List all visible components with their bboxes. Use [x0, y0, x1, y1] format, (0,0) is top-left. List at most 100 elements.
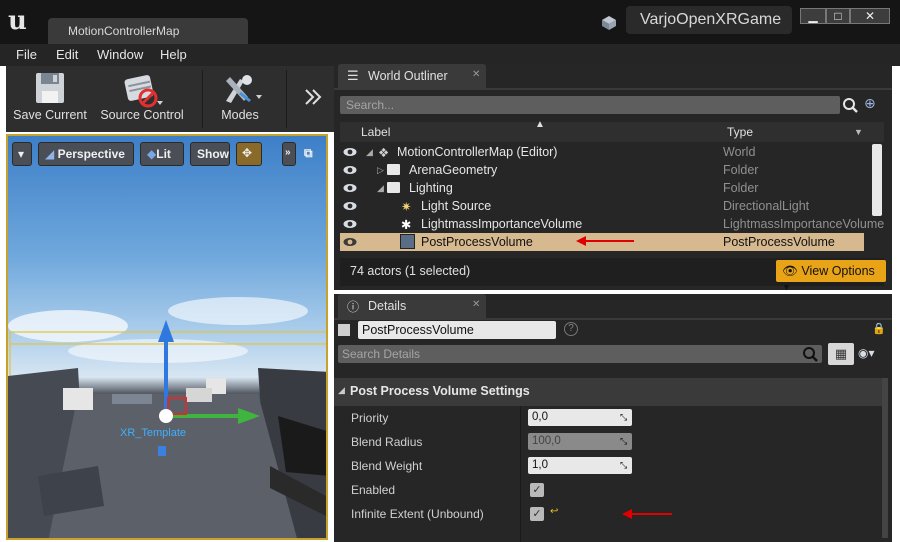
annotation-arrow	[576, 236, 634, 246]
help-icon[interactable]: ?	[564, 322, 578, 336]
visibility-eye-icon[interactable]	[343, 146, 357, 160]
outliner-row-type: LightmassImportanceVolume	[723, 217, 885, 231]
col-type-dropdown-icon[interactable]: ▼	[854, 127, 863, 137]
menu-window[interactable]: Window	[97, 47, 143, 62]
resize-handle-icon[interactable]: ⤡	[620, 460, 627, 471]
property-row-blend-radius: Blend Radius 100,0 ⤡	[334, 430, 882, 454]
search-icon[interactable]	[842, 97, 858, 113]
player-start-marker	[158, 446, 166, 456]
save-current-label: Save Current	[13, 108, 87, 122]
folder-icon	[387, 164, 400, 175]
block	[112, 394, 152, 404]
object-type-icon	[338, 324, 350, 336]
tab-underline	[334, 318, 892, 320]
annotation-arrow	[622, 509, 672, 519]
details-search-input[interactable]: Search Details	[338, 345, 822, 363]
menu-file[interactable]: File	[16, 47, 37, 62]
resize-handle-icon[interactable]: ⤡	[620, 412, 627, 423]
directional-light-icon: ✷	[401, 200, 412, 214]
outliner-row[interactable]: ▷ ArenaGeometry Folder	[340, 161, 864, 179]
outliner-row-label: LightmassImportanceVolume	[421, 217, 583, 231]
minimize-button[interactable]: ▁	[800, 8, 826, 24]
level-viewport[interactable]: ▾ ◢ Perspective ◆Lit Show ✥ » ⧉ XR_Templ…	[6, 134, 328, 540]
chevron-down-icon: ▼	[782, 282, 791, 292]
close-tab-icon[interactable]: ✕	[472, 69, 480, 80]
post-process-volume-icon	[400, 234, 415, 249]
lock-icon[interactable]: 🔒	[872, 322, 886, 335]
details-divider	[520, 406, 521, 542]
visibility-filter-icon[interactable]: ◉▾	[858, 346, 875, 360]
sort-ascending-icon: ▲	[535, 119, 545, 130]
scene-render: XR_Template	[8, 297, 326, 538]
outliner-row-type: Folder	[723, 163, 759, 177]
close-button[interactable]: ✕	[850, 8, 890, 24]
modes-label: Modes	[221, 108, 259, 122]
tab-details[interactable]: ⓘ Details ✕	[338, 294, 486, 318]
menu-edit[interactable]: Edit	[56, 47, 78, 62]
search-icon[interactable]	[802, 346, 818, 362]
block	[186, 388, 212, 402]
blend-weight-input[interactable]: 1,0	[528, 457, 632, 474]
col-label-header[interactable]: Label	[361, 125, 390, 139]
actor-label: XR_Template	[120, 427, 186, 439]
details-scrollbar[interactable]	[882, 378, 888, 538]
view-options-button[interactable]: 👁 View Options ▼	[776, 260, 886, 292]
close-tab-icon[interactable]: ✕	[472, 299, 480, 310]
visibility-eye-icon[interactable]	[343, 218, 357, 232]
col-type-header[interactable]: Type	[727, 125, 753, 139]
outliner-row-label: Lighting	[409, 181, 453, 195]
visibility-eye-icon[interactable]	[343, 164, 357, 178]
cloud	[8, 310, 128, 342]
section-title: Post Process Volume Settings	[350, 384, 530, 398]
blend-radius-input[interactable]: 100,0	[528, 433, 632, 450]
tab-underline	[334, 88, 892, 90]
visibility-eye-icon[interactable]	[343, 182, 357, 196]
outliner-row-label: ArenaGeometry	[409, 163, 498, 177]
enabled-checkbox[interactable]: ✓	[530, 483, 544, 497]
outliner-footer: 74 actors (1 selected) 👁 View Options ▼	[340, 258, 886, 292]
property-row-priority: Priority 0,0 ⤡	[334, 406, 882, 430]
cloud	[68, 339, 248, 363]
outliner-row[interactable]: ◢ Lighting Folder	[340, 179, 864, 197]
gizmo-origin	[159, 409, 173, 423]
outliner-row[interactable]: ◢ ❖ MotionControllerMap (Editor) World	[340, 143, 864, 161]
infinite-extent-checkbox[interactable]: ✓	[530, 507, 544, 521]
toolbar-separator	[286, 70, 287, 128]
outliner-row-label: PostProcessVolume	[421, 235, 533, 249]
outliner-row[interactable]: ✷ Light Source DirectionalLight	[340, 197, 864, 215]
visibility-eye-icon[interactable]	[343, 236, 357, 250]
details-section-header[interactable]: ◢ Post Process Volume Settings	[334, 378, 882, 406]
property-matrix-button[interactable]: ▦	[828, 343, 854, 365]
main-toolbar: Save Current Source Control Modes	[6, 66, 334, 132]
menu-bar: File Edit Window Help	[0, 44, 900, 66]
object-name-field[interactable]: PostProcessVolume	[358, 321, 556, 339]
modes-button[interactable]: Modes	[210, 66, 270, 132]
outliner-search-input[interactable]: Search...	[340, 96, 840, 114]
property-row-enabled: Enabled ✓	[334, 478, 882, 502]
save-icon	[36, 73, 64, 103]
resize-handle-icon[interactable]: ⤡	[620, 436, 627, 447]
outliner-row-label: Light Source	[421, 199, 492, 213]
maximize-button[interactable]: □	[826, 8, 850, 24]
project-name: VarjoOpenXRGame	[626, 6, 792, 34]
expand-arrow-icon[interactable]: ▷	[377, 165, 384, 176]
modes-icon	[226, 75, 262, 103]
menu-help[interactable]: Help	[160, 47, 187, 62]
property-row-infinite-extent: Infinite Extent (Unbound) ✓ ↩	[334, 502, 882, 526]
source-control-button[interactable]: Source Control	[94, 66, 190, 132]
tab-world-outliner[interactable]: ☰ World Outliner ✕	[338, 64, 486, 88]
project-icon	[602, 16, 616, 30]
outliner-row-type: World	[723, 145, 756, 159]
expand-arrow-icon[interactable]: ◢	[377, 183, 384, 194]
reset-to-default-icon[interactable]: ↩	[550, 506, 558, 517]
add-folder-icon[interactable]: ⊕	[864, 95, 876, 112]
toolbar-expand-button[interactable]	[300, 66, 326, 132]
priority-input[interactable]: 0,0	[528, 409, 632, 426]
map-tab[interactable]: MotionControllerMap	[48, 18, 248, 44]
folder-icon	[387, 182, 400, 193]
outliner-row[interactable]: ✱ LightmassImportanceVolume LightmassImp…	[340, 215, 884, 233]
visibility-eye-icon[interactable]	[343, 200, 357, 214]
expand-arrow-icon[interactable]: ◢	[366, 147, 373, 158]
save-current-button[interactable]: Save Current	[10, 66, 90, 132]
outliner-scrollbar[interactable]	[872, 144, 882, 216]
